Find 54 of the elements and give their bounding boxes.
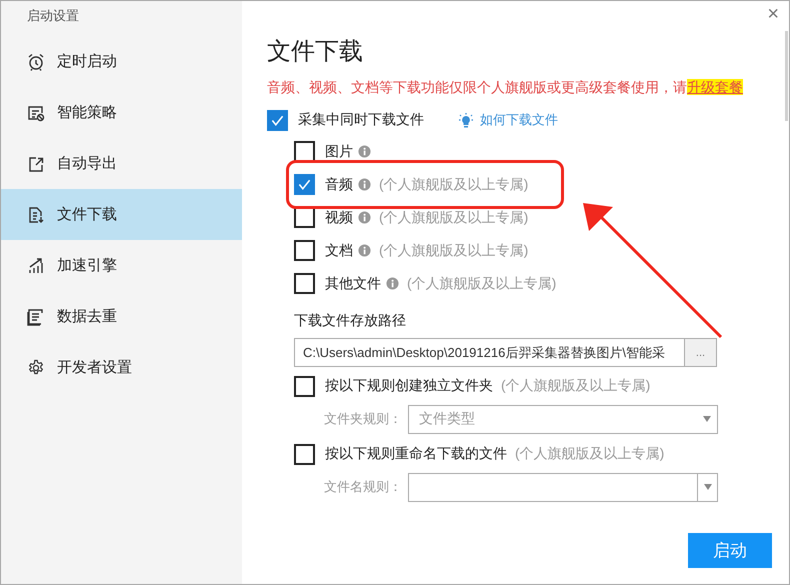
field-label: 文件夹规则： — [324, 410, 403, 428]
checkbox[interactable] — [294, 273, 315, 294]
info-icon — [358, 178, 371, 191]
lightbulb-icon — [458, 112, 474, 128]
sidebar-item[interactable]: 开发者设置 — [1, 342, 242, 393]
list-icon — [27, 308, 45, 326]
checkbox[interactable] — [294, 207, 315, 228]
settings-icon — [27, 358, 45, 376]
rising-chart-icon — [27, 256, 45, 274]
note-text: (个人旗舰版及以上专属) — [379, 242, 528, 260]
caret-icon — [704, 484, 712, 490]
field-label: 下载文件存放路径 — [294, 312, 406, 330]
scrollbar[interactable] — [785, 31, 788, 121]
info-icon — [358, 244, 371, 257]
document-block-icon — [27, 104, 45, 122]
checkbox[interactable] — [294, 376, 315, 396]
caret-icon — [703, 416, 711, 422]
checkbox[interactable] — [294, 240, 315, 261]
sidebar-item[interactable]: 定时启动 — [1, 36, 242, 87]
checkbox-label: 图片 — [325, 142, 353, 160]
checkbox-label: 其他文件 — [325, 274, 381, 292]
info-icon — [358, 145, 371, 158]
checkbox-label: 视频 — [325, 208, 353, 226]
checkbox-label: 按以下规则重命名下载的文件 — [325, 445, 507, 463]
page-heading: 文件下载 — [267, 37, 363, 67]
info-icon — [386, 277, 399, 290]
sidebar-item[interactable]: 文件下载 — [1, 189, 242, 240]
alarm-clock-icon — [27, 52, 45, 70]
checkbox-label: 音频 — [325, 176, 353, 194]
checkbox-label: 文档 — [325, 242, 353, 260]
note-text: (个人旗舰版及以上专属) — [379, 176, 528, 194]
combo-field[interactable] — [408, 472, 718, 502]
note-text: (个人旗舰版及以上专属) — [515, 445, 664, 463]
field-label: 文件名规则： — [324, 478, 403, 496]
note-text: (个人旗舰版及以上专属) — [379, 208, 528, 226]
note-text: (个人旗舰版及以上专属) — [407, 274, 556, 292]
export-icon — [27, 154, 45, 172]
note-text: (个人旗舰版及以上专属) — [501, 377, 650, 395]
checkbox[interactable] — [294, 141, 315, 162]
close-button[interactable]: × — [763, 3, 783, 26]
sidebar-item[interactable]: 智能策略 — [1, 87, 242, 138]
info-icon — [358, 211, 371, 224]
document-download-icon — [27, 206, 45, 224]
checkbox-label: 按以下规则创建独立文件夹 — [325, 377, 493, 395]
browse-button[interactable]: ... — [685, 338, 717, 367]
checkbox-label: 采集中同时下载文件 — [298, 111, 424, 129]
checkbox[interactable] — [267, 110, 288, 130]
sidebar-item[interactable]: 加速引擎 — [1, 240, 242, 291]
window-title: 启动设置 — [26, 7, 79, 25]
path-field[interactable]: C:\Users\admin\Desktop\20191216后羿采集器替换图片\智能采 — [294, 338, 685, 367]
checkbox[interactable] — [294, 444, 315, 464]
sidebar-item[interactable]: 自动导出 — [1, 138, 242, 189]
sidebar-item[interactable]: 数据去重 — [1, 291, 242, 342]
checkbox[interactable] — [294, 174, 315, 195]
